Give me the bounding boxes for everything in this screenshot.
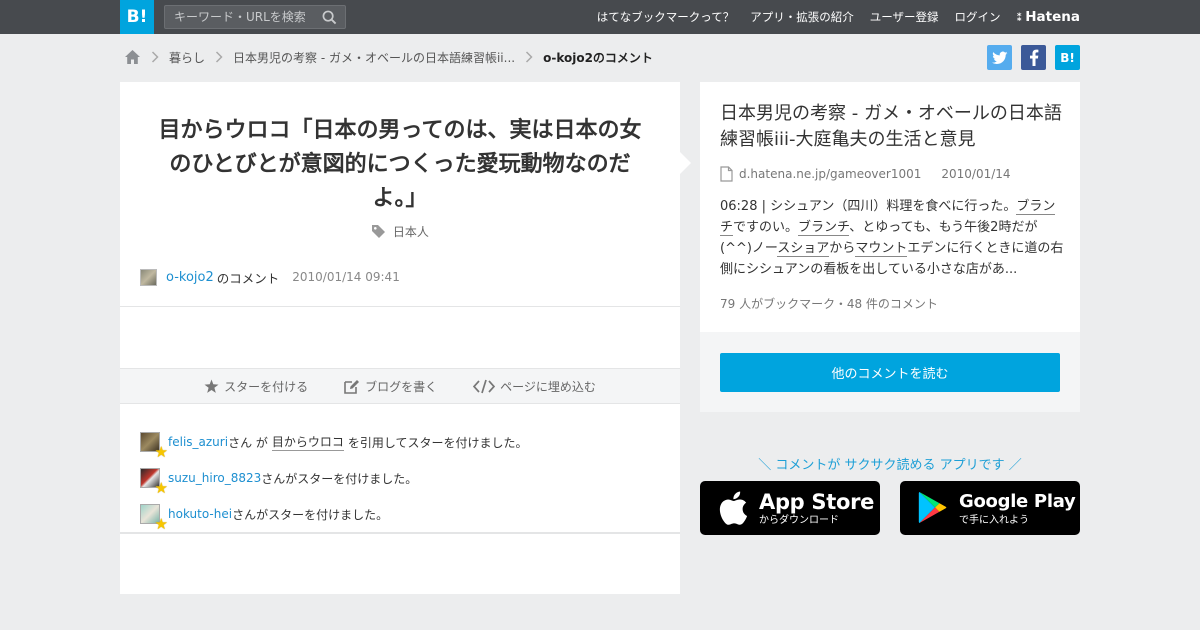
avatar[interactable]: ★ xyxy=(140,432,168,460)
divider xyxy=(120,306,680,307)
search-input[interactable]: キーワード・URLを検索 xyxy=(164,5,346,29)
breadcrumb-entry[interactable]: 日本男児の考察 - ガメ・オベールの日本語練習帳ii... xyxy=(233,49,515,66)
nav-apps[interactable]: アプリ・拡張の紹介 xyxy=(750,9,854,25)
breadcrumb-category[interactable]: 暮らし xyxy=(169,49,205,66)
chevron-right-icon xyxy=(521,49,537,65)
read-other-comments-button[interactable]: 他のコメントを読む xyxy=(720,353,1060,392)
app-store-button[interactable]: App Store からダウンロード xyxy=(700,481,880,535)
entry-date: 2010/01/14 xyxy=(941,167,1011,181)
star-item: ★ felis_azuri さん が 目からウロコ を引用してスターを付けました… xyxy=(140,424,528,460)
edit-icon xyxy=(344,379,360,394)
twitter-icon xyxy=(991,51,1007,64)
commenter-username[interactable]: o-kojo2 xyxy=(166,270,214,285)
facebook-share-button[interactable] xyxy=(1021,45,1046,70)
nav-about[interactable]: はてなブックマークって？ xyxy=(597,9,734,25)
chevron-right-icon xyxy=(211,49,227,65)
star-san: さん xyxy=(261,471,286,486)
google-play-button[interactable]: Google Play で手に入れよう xyxy=(900,481,1080,535)
entry-meta: d.hatena.ne.jp/gameover1001 2010/01/14 xyxy=(720,166,1011,182)
twitter-share-button[interactable] xyxy=(987,45,1012,70)
google-play-icon xyxy=(913,491,953,525)
entry-card: 日本男児の考察 - ガメ・オベールの日本語練習帳iii-大庭亀夫の生活と意見 d… xyxy=(700,82,1080,332)
star-username[interactable]: felis_azuri xyxy=(168,435,228,449)
comment-text: 目からウロコ「日本の男ってのは、実は日本の女のひとびとが意図的につくった愛玩動物… xyxy=(158,118,642,211)
star-username[interactable]: suzu_hiro_8823 xyxy=(168,471,261,485)
avatar[interactable]: ★ xyxy=(140,468,168,496)
tag[interactable]: 日本人 xyxy=(120,223,680,240)
hatena-bookmark-logo[interactable]: B! xyxy=(120,0,154,34)
write-blog-button[interactable]: ブログを書く xyxy=(344,378,437,395)
hatena-brand-label: Hatena xyxy=(1025,9,1080,25)
summary-text: 06:28 | シシュアン（四川）料理を食べに行った。 xyxy=(720,199,1017,214)
star-list: ★ felis_azuri さん が 目からウロコ を引用してスターを付けました… xyxy=(140,424,528,532)
entry-title[interactable]: 日本男児の考察 - ガメ・オベールの日本語練習帳iii-大庭亀夫の生活と意見 xyxy=(720,101,1065,153)
hatena-brand-link[interactable]: ⁑ Hatena xyxy=(1016,9,1080,25)
summary-text: ですのい。 xyxy=(733,220,799,235)
search-icon[interactable] xyxy=(322,10,337,25)
yellow-star-icon: ★ xyxy=(154,515,168,533)
hatebu-share-button[interactable]: B! xyxy=(1055,45,1080,70)
yellow-star-icon: ★ xyxy=(154,479,168,497)
read-comments-panel: 他のコメントを読む xyxy=(700,332,1080,412)
entry-domain[interactable]: d.hatena.ne.jp/gameover1001 xyxy=(739,167,921,181)
tag-icon xyxy=(372,225,386,238)
nav-login[interactable]: ログイン xyxy=(954,9,1000,25)
search-placeholder: キーワード・URLを検索 xyxy=(174,10,306,24)
breadcrumb: 暮らし 日本男児の考察 - ガメ・オベールの日本語練習帳ii... o-kojo… xyxy=(124,46,653,68)
star-san: さん xyxy=(232,507,257,522)
star-icon xyxy=(204,379,219,393)
comment-card: 目からウロコ「日本の男ってのは、実は日本の女のひとびとが意図的につくった愛玩動物… xyxy=(120,82,680,594)
app-promo-text: ＼ コメントが サクサク読める アプリです ／ xyxy=(758,458,1022,473)
star-username[interactable]: hokuto-hei xyxy=(168,507,232,521)
apple-icon xyxy=(713,490,753,526)
summary-keyword[interactable]: スショア xyxy=(777,241,830,257)
entry-summary: 06:28 | シシュアン（四川）料理を食べに行った。ブランチですのい。ブランチ… xyxy=(720,196,1065,280)
summary-keyword[interactable]: ブランチ xyxy=(798,220,850,236)
breadcrumb-current: o-kojo2のコメント xyxy=(543,50,653,65)
nav-register[interactable]: ユーザー登録 xyxy=(870,9,939,25)
chevron-right-icon xyxy=(147,49,163,65)
write-blog-label: ブログを書く xyxy=(365,379,438,394)
embed-button[interactable]: ページに埋め込む xyxy=(473,378,596,395)
commenter-info: o-kojo2 のコメント 2010/01/14 09:41 xyxy=(140,268,400,286)
star-text: を引用してスターを付けました。 xyxy=(347,435,528,450)
add-star-label: スターを付ける xyxy=(224,379,309,394)
yellow-star-icon: ★ xyxy=(154,443,168,461)
embed-label: ページに埋め込む xyxy=(500,379,596,394)
star-quoted-text: 目からウロコ xyxy=(271,435,344,451)
commenter-suffix: のコメント xyxy=(216,270,280,286)
add-star-button[interactable]: スターを付ける xyxy=(204,378,308,395)
bookmark-counts[interactable]: 79 人がブックマーク・48 件のコメント xyxy=(720,295,938,312)
google-play-text: Google Play で手に入れよう xyxy=(959,490,1076,527)
star-item: ★ hokuto-hei さん がスターを付けました。 xyxy=(140,496,528,532)
avatar[interactable] xyxy=(140,268,157,286)
comment-date[interactable]: 2010/01/14 09:41 xyxy=(292,270,400,284)
app-store-big: App Store xyxy=(759,489,875,514)
app-store-text: App Store からダウンロード xyxy=(759,490,874,527)
code-icon xyxy=(473,379,496,393)
divider xyxy=(120,532,680,534)
tag-label: 日本人 xyxy=(392,225,429,239)
top-nav: はてなブックマークって？ アプリ・拡張の紹介 ユーザー登録 ログイン ⁑ Hat… xyxy=(581,0,1080,34)
star-san: さん が xyxy=(228,435,268,450)
google-play-big: Google Play xyxy=(959,490,1076,512)
hatena-mark-icon: ⁑ xyxy=(1016,10,1022,24)
summary-text: から xyxy=(829,241,856,256)
action-bar: スターを付ける ブログを書く ページに埋め込む xyxy=(120,368,680,404)
document-icon xyxy=(720,166,733,182)
card-pointer xyxy=(680,152,691,174)
summary-keyword[interactable]: マウント xyxy=(855,241,908,257)
google-play-small: で手に入れよう xyxy=(959,514,1029,526)
star-text: がスターを付けました。 xyxy=(256,507,389,522)
app-store-small: からダウンロード xyxy=(759,514,839,526)
top-bar: B! キーワード・URLを検索 はてなブックマークって？ アプリ・拡張の紹介 ユ… xyxy=(0,0,1200,34)
star-item: ★ suzu_hiro_8823 さん がスターを付けました。 xyxy=(140,460,528,496)
avatar[interactable]: ★ xyxy=(140,504,168,532)
home-icon[interactable] xyxy=(124,49,141,65)
facebook-icon xyxy=(1029,49,1038,66)
star-text: がスターを付けました。 xyxy=(285,471,418,486)
